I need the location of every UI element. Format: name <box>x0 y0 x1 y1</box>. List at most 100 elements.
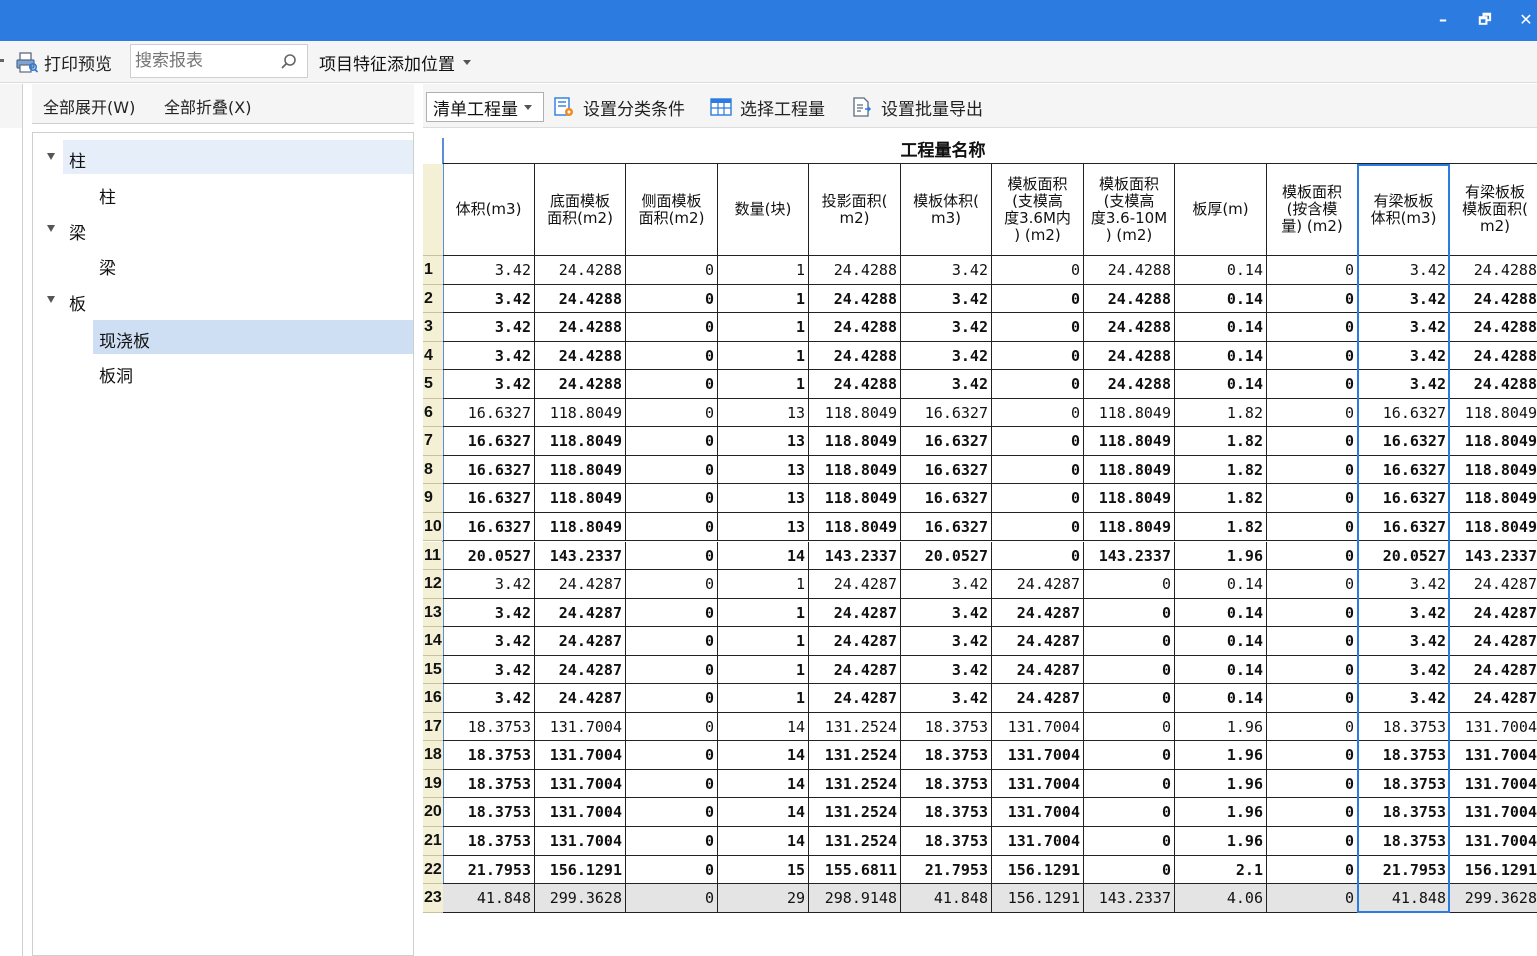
grid-cell[interactable]: 16.6327 <box>1358 484 1450 513</box>
grid-cell[interactable]: 1.82 <box>1175 455 1267 485</box>
grid-cell[interactable]: 0 <box>1267 484 1358 513</box>
grid-cell[interactable]: 18.3753 <box>443 798 535 827</box>
grid-cell[interactable]: 16.6327 <box>443 455 535 485</box>
grid-cell[interactable]: 118.8049 <box>1450 399 1537 428</box>
grid-cell[interactable]: 3.42 <box>443 284 535 314</box>
grid-cell[interactable]: 14 <box>718 769 809 799</box>
grid-cell[interactable]: 24.4287 <box>535 627 626 656</box>
grid-cell[interactable]: 3.42 <box>1358 341 1450 371</box>
grid-cell[interactable]: 3.42 <box>1358 370 1450 399</box>
row-header[interactable]: 10 <box>423 512 443 542</box>
grid-cell[interactable]: 143.2337 <box>1084 884 1175 913</box>
row-header[interactable]: 3 <box>423 313 443 342</box>
grid-cell[interactable]: 0 <box>1267 512 1358 542</box>
grid-cell[interactable]: 3.42 <box>901 284 992 314</box>
grid-cell[interactable]: 118.8049 <box>1450 456 1537 485</box>
grid-cell[interactable]: 0 <box>626 827 718 856</box>
row-header[interactable]: 18 <box>423 741 443 770</box>
grid-cell[interactable]: 3.42 <box>443 341 535 371</box>
tree-node-slab-opening[interactable]: 板洞 <box>33 355 413 389</box>
grid-cell[interactable]: 16.6327 <box>443 512 535 542</box>
grid-cell[interactable]: 1 <box>718 313 809 342</box>
grid-cell[interactable]: 24.4288 <box>809 313 901 342</box>
grid-cell[interactable]: 41.848 <box>443 884 535 913</box>
grid-cell[interactable]: 4.06 <box>1175 884 1267 913</box>
grid-cell[interactable]: 13 <box>718 427 809 456</box>
grid-cell[interactable]: 24.4288 <box>1450 313 1537 342</box>
column-header[interactable]: 底面模板 面积(m2) <box>535 164 626 256</box>
grid-cell[interactable]: 0 <box>1267 741 1358 770</box>
grid-cell[interactable]: 18.3753 <box>901 798 992 827</box>
grid-cell[interactable]: 0 <box>626 798 718 827</box>
grid-cell[interactable]: 118.8049 <box>1450 427 1537 456</box>
grid-cell[interactable]: 131.2524 <box>809 769 901 799</box>
grid-cell[interactable]: 24.4288 <box>535 341 626 371</box>
grid-cell[interactable]: 0 <box>626 370 718 399</box>
grid-cell[interactable]: 131.2524 <box>809 827 901 856</box>
grid-cell[interactable]: 0 <box>1084 769 1175 799</box>
grid-cell[interactable]: 143.2337 <box>809 541 901 571</box>
grid-cell[interactable]: 24.4287 <box>809 598 901 628</box>
grid-cell[interactable]: 118.8049 <box>1084 484 1175 513</box>
grid-cell[interactable]: 0 <box>1267 256 1358 285</box>
grid-cell[interactable]: 0.14 <box>1175 570 1267 599</box>
grid-cell[interactable]: 118.8049 <box>1084 427 1175 456</box>
grid-cell[interactable]: 118.8049 <box>1084 512 1175 542</box>
expand-triangle-icon[interactable] <box>47 296 55 303</box>
grid-cell[interactable]: 13 <box>718 455 809 485</box>
row-header[interactable]: 11 <box>423 541 443 571</box>
grid-cell[interactable]: 24.4288 <box>1450 256 1537 285</box>
grid-cell[interactable]: 18.3753 <box>1358 741 1450 770</box>
column-header[interactable]: 模板面积 (支模高 度3.6-10M ) (m2) <box>1084 164 1175 256</box>
grid-cell[interactable]: 0 <box>626 884 718 913</box>
grid-cell[interactable]: 18.3753 <box>443 712 535 742</box>
grid-cell[interactable]: 118.8049 <box>535 512 626 542</box>
grid-cell[interactable]: 0 <box>626 627 718 656</box>
grid-cell[interactable]: 131.7004 <box>992 741 1084 770</box>
grid-cell[interactable]: 3.42 <box>443 256 535 285</box>
grid-cell[interactable]: 156.1291 <box>1450 856 1537 885</box>
grid-cell[interactable]: 0 <box>1084 855 1175 885</box>
grid-cell[interactable]: 24.4288 <box>535 256 626 285</box>
grid-cell[interactable]: 0 <box>626 769 718 799</box>
grid-cell[interactable]: 143.2337 <box>1450 542 1537 571</box>
grid-cell[interactable]: 1 <box>718 570 809 599</box>
row-header[interactable]: 17 <box>423 712 443 742</box>
grid-cell[interactable]: 24.4287 <box>535 655 626 685</box>
grid-cell[interactable]: 29 <box>718 884 809 913</box>
row-header[interactable]: 8 <box>423 455 443 485</box>
grid-cell[interactable]: 24.4287 <box>809 570 901 599</box>
grid-cell[interactable]: 0 <box>626 855 718 885</box>
grid-cell[interactable]: 41.848 <box>1358 884 1450 913</box>
grid-cell[interactable]: 0 <box>1084 570 1175 599</box>
grid-cell[interactable]: 0 <box>1267 855 1358 885</box>
row-header[interactable]: 6 <box>423 398 443 428</box>
grid-cell[interactable]: 118.8049 <box>535 455 626 485</box>
grid-cell[interactable]: 131.7004 <box>535 827 626 856</box>
grid-cell[interactable]: 0 <box>1267 313 1358 342</box>
grid-cell[interactable]: 24.4287 <box>992 598 1084 628</box>
grid-cell[interactable]: 3.42 <box>443 313 535 342</box>
grid-cell[interactable]: 14 <box>718 798 809 827</box>
grid-cell[interactable]: 0 <box>1267 598 1358 628</box>
grid-cell[interactable]: 1 <box>718 284 809 314</box>
grid-cell[interactable]: 0 <box>1267 827 1358 856</box>
grid-cell[interactable]: 0 <box>1084 598 1175 628</box>
row-header[interactable]: 1 <box>423 256 443 285</box>
grid-cell[interactable]: 3.42 <box>1358 655 1450 685</box>
row-header[interactable]: 23 <box>423 884 443 913</box>
grid-cell[interactable]: 16.6327 <box>901 398 992 428</box>
row-header[interactable]: 9 <box>423 484 443 513</box>
column-header[interactable]: 有梁板板 体积(m3) <box>1358 164 1450 256</box>
grid-cell[interactable]: 3.42 <box>1358 627 1450 656</box>
select-quantity-button[interactable]: 选择工程量 <box>710 94 825 120</box>
grid-cell[interactable]: 18.3753 <box>1358 798 1450 827</box>
grid-cell[interactable]: 0 <box>626 655 718 685</box>
grid-cell[interactable]: 0 <box>992 256 1084 285</box>
grid-cell[interactable]: 16.6327 <box>1358 398 1450 428</box>
grid-cell[interactable]: 131.7004 <box>535 741 626 770</box>
grid-cell[interactable]: 0 <box>992 398 1084 428</box>
print-preview-button[interactable]: 打印预览 <box>16 49 112 75</box>
grid-cell[interactable]: 0.14 <box>1175 341 1267 371</box>
grid-cell[interactable]: 3.42 <box>901 370 992 399</box>
